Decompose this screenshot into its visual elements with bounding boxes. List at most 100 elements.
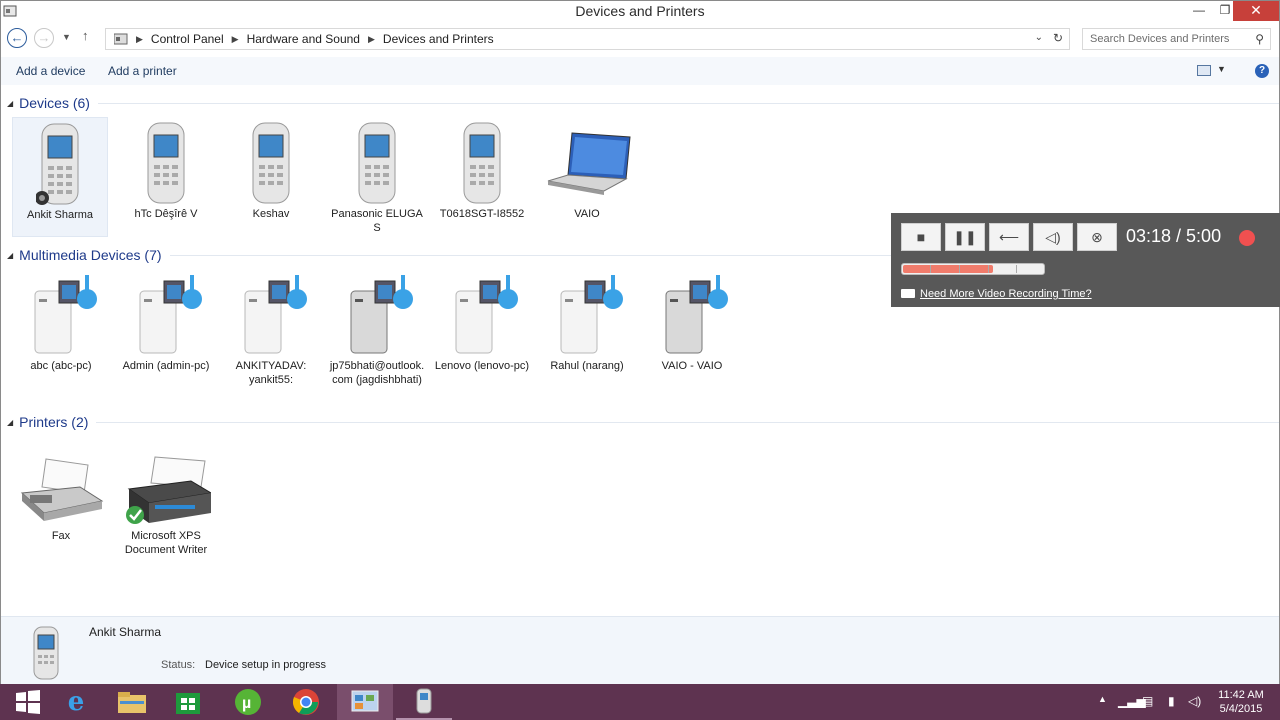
close-button[interactable]: ✕ [1233,1,1279,21]
control-panel-small-icon [114,33,128,45]
svg-text:µ: µ [242,695,251,712]
volume-icon[interactable]: ◁) [1188,694,1201,708]
group-header-printers[interactable]: ◢ Printers (2) [7,414,1279,430]
breadcrumb-hardware-and-sound[interactable]: Hardware and Sound [247,32,360,46]
phone-icon [33,626,59,680]
up-button[interactable]: ↑ [82,28,89,43]
media-server-icon [455,275,518,354]
refresh-icon[interactable]: ↻ [1053,31,1063,45]
media-server-icon [34,275,97,354]
cancel-recording-button[interactable]: ⊗ [1077,223,1117,251]
view-options-dropdown[interactable]: ▼ [1217,64,1226,74]
group-header-devices[interactable]: ◢ Devices (6) [7,95,1279,111]
media-server-icon [139,275,202,354]
rewind-icon: ⟵ [998,229,1020,245]
device-item[interactable]: Keshav [223,117,319,221]
device-label: ANKITYADAV: yankit55: [235,360,307,386]
multimedia-item[interactable]: Rahul (narang) [539,269,635,373]
phone-icon [463,122,501,204]
stop-icon: ■ [916,229,926,245]
device-item[interactable]: Panasonic ELUGA S [329,117,425,235]
minimize-button[interactable]: — [1185,1,1213,21]
battery-icon[interactable]: ▮ [1168,694,1175,708]
printer-item[interactable]: Microsoft XPS Document Writer [118,453,214,557]
window-title: Devices and Printers [575,3,705,19]
multimedia-item[interactable]: Admin (admin-pc) [118,269,214,373]
rewind-button[interactable]: ⟵ [989,223,1029,251]
back-button[interactable]: ← [7,28,27,48]
record-indicator-icon [1239,230,1255,246]
device-label: Keshav [252,208,290,220]
device-item[interactable]: T0618SGT-I8552 [434,117,530,221]
collapse-triangle-icon: ◢ [7,250,14,260]
taskbar-chrome[interactable] [278,684,334,720]
media-server-icon [350,275,413,354]
taskbar-utorrent[interactable]: µ [220,684,276,720]
control-panel-icon [351,690,379,712]
clock-time: 11:42 AM [1218,689,1264,701]
printer-item[interactable]: Fax [13,453,109,543]
printer-label: Microsoft XPS Document Writer [124,530,208,556]
help-icon[interactable]: ? [1255,64,1269,78]
device-label: T0618SGT-I8552 [439,208,525,220]
system-clock[interactable]: 11:42 AM 5/4/2015 [1207,688,1275,716]
address-field[interactable]: ▶ Control Panel ▶ Hardware and Sound ▶ D… [105,28,1070,50]
device-label: abc (abc-pc) [30,360,92,372]
stop-button[interactable]: ■ [901,223,941,251]
add-printer-button[interactable]: Add a printer [108,64,177,78]
address-dropdown-icon[interactable]: ⌄ [1035,32,1043,43]
more-recording-time-link[interactable]: Need More Video Recording Time? [920,288,1092,300]
multimedia-item[interactable]: VAIO - VAIO [644,269,740,373]
taskbar-store[interactable] [160,684,216,720]
media-server-icon [665,275,728,354]
device-item[interactable]: hTc Dêşîrê V [118,117,214,221]
details-pane: Ankit Sharma Status: Device setup in pro… [1,616,1279,684]
collapse-triangle-icon: ◢ [7,417,14,427]
add-device-button[interactable]: Add a device [16,64,85,78]
search-placeholder: Search Devices and Printers [1090,33,1230,45]
pause-button[interactable]: ❚❚ [945,223,985,251]
taskbar-file-explorer[interactable] [104,684,160,720]
multimedia-item[interactable]: Lenovo (lenovo-pc) [434,269,530,373]
breadcrumb-control-panel[interactable]: Control Panel [151,32,224,46]
recording-progress-bar [901,263,1045,275]
device-label: Ankit Sharma [26,209,94,221]
breadcrumb-devices-and-printers[interactable]: Devices and Printers [383,32,494,46]
change-view-icon[interactable] [1197,65,1211,76]
taskbar-internet-explorer[interactable]: e [48,684,104,720]
pause-icon: ❚❚ [953,229,977,245]
back-arrow-icon: ← [10,30,24,45]
media-server-icon [244,275,307,354]
search-box[interactable]: Search Devices and Printers ⚲ [1082,28,1271,50]
address-bar: ← → ▼ ↑ ▶ Control Panel ▶ Hardware and S… [1,25,1279,53]
recording-progress-fill [903,265,993,273]
recent-locations-button[interactable]: ▼ [62,32,71,42]
collapse-triangle-icon: ◢ [7,98,14,108]
utorrent-icon: µ [235,689,261,715]
chrome-icon [292,689,319,715]
device-item[interactable]: VAIO [539,117,635,221]
phone-icon [358,122,396,204]
taskbar-device-setup[interactable] [396,684,452,720]
phone-icon [252,122,290,204]
show-hidden-icons-button[interactable]: ▲ [1098,694,1107,704]
screen-recorder-panel: ■ ❚❚ ⟵ ◁) ⊗ 03:18 / 5:00 Need More Video… [891,213,1280,307]
device-label: hTc Dêşîrê V [134,208,198,220]
search-icon[interactable]: ⚲ [1255,32,1264,46]
multimedia-item[interactable]: ANKITYADAV: yankit55: [223,269,319,387]
taskbar: e µ ▲ ▁▃▅ ▤ ▮ ◁) 11:42 AM 5/4/2015 [0,684,1280,720]
taskbar-control-panel[interactable] [337,684,393,720]
windows-logo-icon [16,690,40,714]
forward-button[interactable]: → [34,28,54,48]
device-item[interactable]: Ankit Sharma [12,117,108,237]
network-adapter-icon[interactable]: ▤ [1142,694,1153,708]
multimedia-item[interactable]: abc (abc-pc) [13,269,109,373]
multimedia-item[interactable]: jp75bhati@outlook.com (jagdishbhati) [329,269,425,387]
status-label: Status: [161,659,196,671]
printer-icon [126,456,211,524]
selected-device-name: Ankit Sharma [89,625,162,639]
media-server-icon [560,275,623,354]
forward-arrow-icon: → [37,30,51,45]
cancel-circle-icon: ⊗ [1091,229,1103,245]
volume-button[interactable]: ◁) [1033,223,1073,251]
